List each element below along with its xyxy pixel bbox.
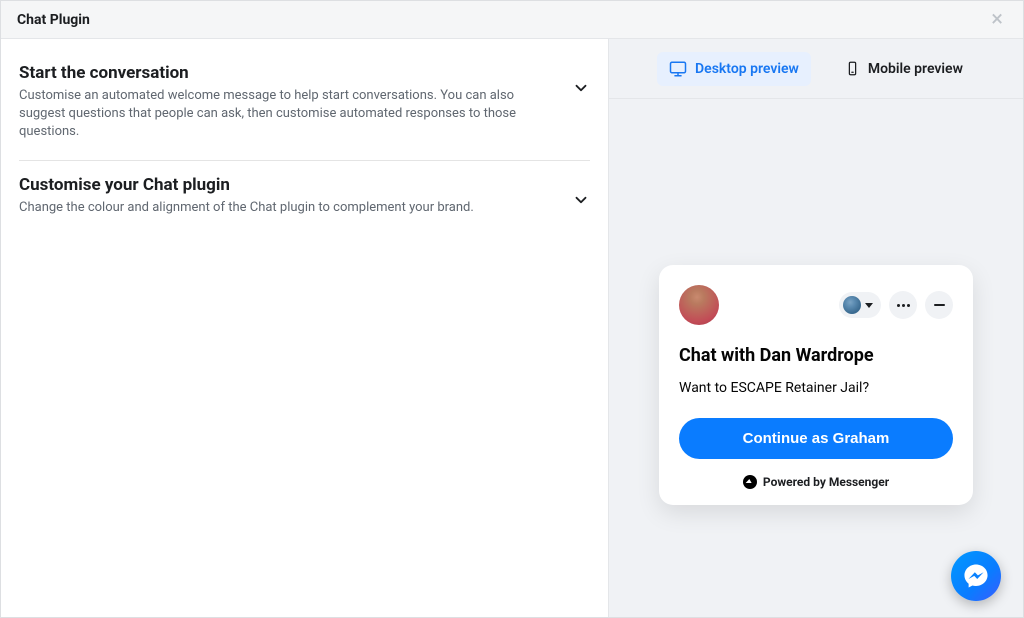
accordion-start-conversation[interactable]: Start the conversation Customise an auto… (19, 49, 590, 161)
window-title: Chat Plugin (17, 12, 90, 28)
accordion-title: Start the conversation (19, 63, 552, 83)
tab-mobile-preview[interactable]: Mobile preview (833, 53, 975, 85)
monitor-icon (669, 60, 687, 78)
powered-by: Powered by Messenger (679, 475, 953, 489)
window-body: Start the conversation Customise an auto… (1, 39, 1023, 617)
window-header: Chat Plugin × (1, 1, 1023, 39)
caret-down-icon (865, 303, 873, 308)
chevron-down-icon (572, 79, 590, 101)
accordion-description: Customise an automated welcome message t… (19, 87, 552, 142)
account-switcher[interactable] (839, 292, 881, 318)
continue-button[interactable]: Continue as Graham (679, 418, 953, 459)
minimize-button[interactable] (925, 291, 953, 319)
settings-panel: Start the conversation Customise an auto… (1, 39, 609, 617)
accordion-description: Change the colour and alignment of the C… (19, 199, 552, 217)
chat-title: Chat with Dan Wardrope (679, 345, 953, 366)
more-options-button[interactable] (889, 291, 917, 319)
accordion-text: Start the conversation Customise an auto… (19, 63, 572, 142)
chat-widget-header (679, 285, 953, 325)
powered-label: Powered by Messenger (763, 475, 889, 489)
messenger-fab[interactable] (951, 551, 1001, 601)
accordion-text: Customise your Chat plugin Change the co… (19, 175, 572, 217)
ellipsis-icon (897, 304, 910, 307)
close-button[interactable]: × (987, 5, 1007, 35)
messenger-icon (963, 563, 989, 589)
minus-icon (934, 304, 945, 306)
accordion-title: Customise your Chat plugin (19, 175, 552, 195)
chat-plugin-window: Chat Plugin × Start the conversation Cus… (0, 0, 1024, 618)
chat-widget-card: Chat with Dan Wardrope Want to ESCAPE Re… (659, 265, 973, 505)
mobile-icon (845, 61, 860, 76)
messenger-icon (743, 475, 757, 489)
chat-header-actions (839, 291, 953, 319)
preview-area: Chat with Dan Wardrope Want to ESCAPE Re… (609, 99, 1023, 617)
tab-label: Mobile preview (868, 61, 963, 77)
preview-tabs: Desktop preview Mobile preview (609, 39, 1023, 99)
chat-welcome-message: Want to ESCAPE Retainer Jail? (679, 380, 953, 396)
tab-label: Desktop preview (695, 61, 799, 77)
preview-panel: Desktop preview Mobile preview (609, 39, 1023, 617)
accordion-customise-plugin[interactable]: Customise your Chat plugin Change the co… (19, 161, 590, 235)
user-avatar-icon (843, 296, 861, 314)
close-icon: × (991, 7, 1003, 32)
page-avatar (679, 285, 719, 325)
chevron-down-icon (572, 191, 590, 213)
tab-desktop-preview[interactable]: Desktop preview (657, 52, 811, 86)
